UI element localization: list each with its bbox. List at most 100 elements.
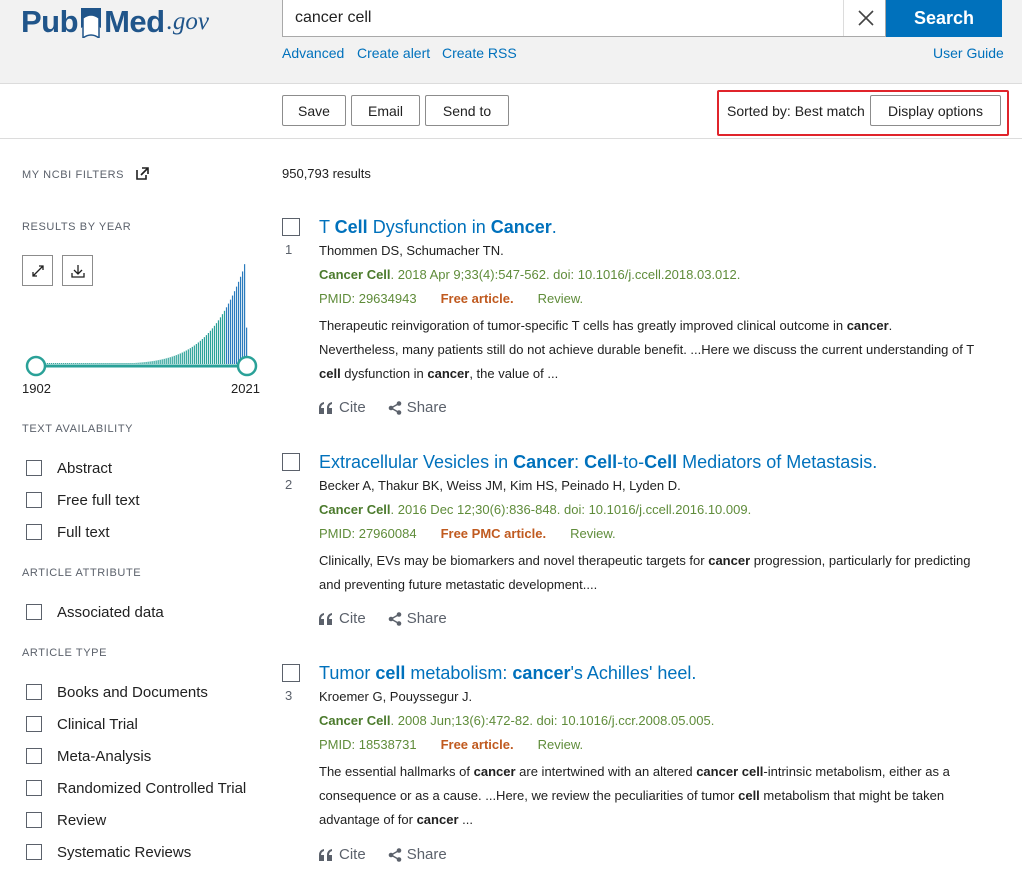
year-bar — [131, 363, 133, 364]
result-pmid: PMID: 29634943 — [319, 291, 417, 306]
highlight-term: cancer — [708, 553, 751, 568]
year-bar — [207, 333, 210, 364]
checkbox[interactable] — [26, 780, 42, 796]
year-histogram-bars — [37, 264, 248, 365]
checkbox[interactable] — [26, 716, 42, 732]
result-type: Review. — [570, 526, 616, 541]
quote-icon — [319, 401, 332, 414]
filter-clinical-trial[interactable]: Clinical Trial — [26, 714, 138, 734]
year-bar — [179, 353, 181, 364]
year-bar — [147, 361, 149, 364]
result-number: 3 — [285, 688, 293, 703]
external-link-icon[interactable] — [135, 167, 149, 180]
share-button[interactable]: Share — [388, 846, 447, 863]
share-button[interactable]: Share — [388, 399, 447, 416]
clear-search-button[interactable] — [843, 0, 887, 36]
cite-button[interactable]: Cite — [319, 846, 366, 863]
highlight-term: cancer — [473, 764, 516, 779]
checkbox[interactable] — [26, 524, 42, 540]
year-end-handle[interactable] — [236, 355, 258, 377]
search-input[interactable] — [283, 0, 843, 36]
cite-button[interactable]: Cite — [319, 610, 366, 627]
text-availability-heading: TEXT AVAILABILITY — [22, 423, 134, 435]
user-guide-link[interactable]: User Guide — [933, 45, 1004, 61]
quote-icon — [319, 612, 332, 625]
year-bar — [141, 362, 143, 365]
create-rss-link[interactable]: Create RSS — [442, 45, 517, 61]
advanced-link[interactable]: Advanced — [282, 45, 344, 61]
filter-systematic-reviews[interactable]: Systematic Reviews — [26, 842, 191, 862]
result-free-badge: Free article. — [440, 737, 514, 752]
close-icon — [857, 10, 874, 26]
result-title[interactable]: T Cell Dysfunction in Cancer. — [319, 217, 557, 238]
highlight-term: cell — [375, 663, 406, 683]
year-bar — [183, 351, 185, 364]
year-bar — [193, 345, 195, 364]
article-type-heading: ARTICLE TYPE — [22, 647, 108, 659]
result-free-badge: Free article. — [440, 291, 514, 306]
year-bar — [71, 363, 73, 364]
result-pmid: PMID: 27960084 — [319, 526, 417, 541]
year-bar — [113, 363, 115, 364]
result-checkbox[interactable] — [282, 664, 300, 682]
result-checkbox[interactable] — [282, 218, 300, 236]
year-bar — [189, 348, 191, 364]
search-button[interactable]: Search — [886, 0, 1002, 37]
filter-full-text[interactable]: Full text — [26, 522, 110, 542]
checkbox[interactable] — [26, 844, 42, 860]
year-bar — [159, 359, 161, 364]
my-ncbi-filters-heading[interactable]: MY NCBI FILTERS — [22, 167, 149, 181]
year-bar — [93, 363, 95, 364]
filter-associated-data[interactable]: Associated data — [26, 602, 164, 622]
result-title[interactable]: Tumor cell metabolism: cancer's Achilles… — [319, 663, 696, 684]
year-bar — [75, 363, 77, 364]
filter-abstract[interactable]: Abstract — [26, 458, 112, 478]
year-bar — [227, 303, 230, 364]
cite-button[interactable]: Cite — [319, 399, 366, 416]
result-pmid-line: PMID: 18538731 Free article. Review. — [319, 737, 583, 752]
year-start-handle[interactable] — [25, 355, 47, 377]
year-bar — [135, 362, 137, 364]
share-button[interactable]: Share — [388, 610, 447, 627]
pubmed-logo[interactable]: Pub Med .gov — [21, 0, 209, 40]
display-options-button[interactable]: Display options — [870, 95, 1001, 126]
email-button[interactable]: Email — [351, 95, 420, 126]
filter-review[interactable]: Review — [26, 810, 106, 830]
year-bar — [169, 357, 171, 364]
year-bar — [143, 362, 145, 364]
results-by-year-chart[interactable] — [22, 255, 262, 380]
create-alert-link[interactable]: Create alert — [357, 45, 430, 61]
year-bar — [107, 363, 109, 364]
year-bar — [167, 357, 169, 364]
checkbox[interactable] — [26, 812, 42, 828]
filter-books-and-documents[interactable]: Books and Documents — [26, 682, 208, 702]
year-bar — [59, 363, 61, 364]
filter-free-full-text[interactable]: Free full text — [26, 490, 140, 510]
filter-randomized-controlled-trial[interactable]: Randomized Controlled Trial — [26, 778, 246, 798]
result-checkbox[interactable] — [282, 453, 300, 471]
checkbox[interactable] — [26, 460, 42, 476]
result-title[interactable]: Extracellular Vesicles in Cancer: Cell-t… — [319, 452, 877, 473]
year-bar — [199, 340, 201, 364]
year-bar — [87, 363, 89, 364]
year-bar — [53, 363, 55, 364]
article-attribute-heading: ARTICLE ATTRIBUTE — [22, 567, 142, 579]
send-to-button[interactable]: Send to — [425, 95, 509, 126]
result-type: Review. — [537, 737, 584, 752]
highlight-term: Cell — [334, 217, 368, 237]
checkbox[interactable] — [26, 748, 42, 764]
checkbox[interactable] — [26, 604, 42, 620]
checkbox[interactable] — [26, 492, 42, 508]
year-bar — [115, 363, 117, 364]
year-bar — [211, 328, 214, 364]
year-bar — [63, 363, 65, 364]
checkbox[interactable] — [26, 684, 42, 700]
year-bar — [221, 314, 224, 364]
filter-meta-analysis[interactable]: Meta-Analysis — [26, 746, 151, 766]
year-bar — [123, 363, 125, 364]
year-bar — [51, 363, 53, 364]
save-button[interactable]: Save — [282, 95, 346, 126]
year-bar — [171, 356, 173, 364]
year-bar — [121, 363, 123, 364]
year-bar — [145, 361, 147, 364]
